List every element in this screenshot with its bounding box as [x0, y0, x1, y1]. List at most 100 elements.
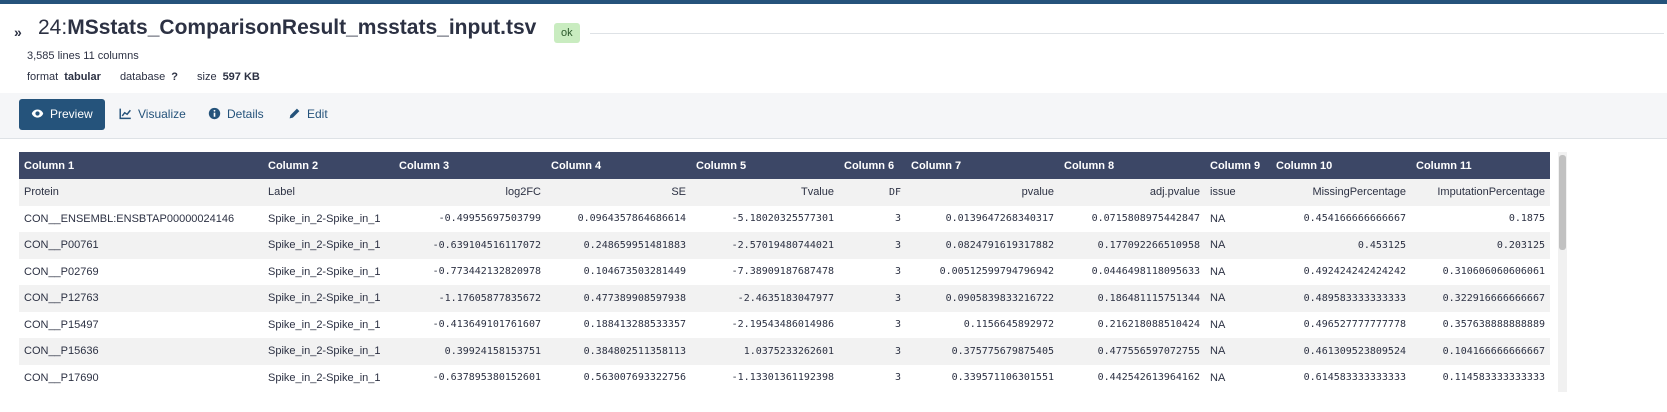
table-cell: -7.38909187687478 — [731, 266, 834, 278]
table-scrollbar-thumb[interactable] — [1559, 155, 1566, 250]
column-header[interactable]: Column 11 — [1411, 152, 1550, 179]
database-value[interactable]: ? — [171, 71, 178, 83]
dataset-meta: format tabular database? size 597 KB — [27, 71, 276, 83]
table-cell: 0.375775679875405 — [906, 338, 1059, 365]
column-header[interactable]: Column 2 — [263, 152, 394, 179]
tab-edit[interactable]: Edit — [276, 99, 340, 130]
table-cell: -0.637895380152601 — [432, 372, 541, 384]
header-divider — [590, 33, 1664, 34]
chart-line-icon — [119, 108, 131, 120]
table-row: CON__P17690 Spike_in_2-Spike_in_1 -0.63789… — [19, 365, 1550, 392]
table-cell: 1.0375233262601 — [691, 338, 839, 365]
table-cell: CON__ENSEMBL:ENSBTAP00000024146 — [24, 212, 235, 225]
table-cell: 0.339571106301551 — [951, 372, 1054, 384]
column-header[interactable]: Column 4 — [546, 152, 691, 179]
tab-preview[interactable]: Preview — [19, 99, 105, 130]
database-label: database — [119, 71, 166, 83]
table-cell: -2.4635183047977 — [691, 285, 839, 312]
table-cell: 0.248659951481883 — [546, 232, 691, 259]
table-cell: -5.18020325577301 — [731, 213, 834, 225]
table-cell: Spike_in_2-Spike_in_1 — [268, 371, 381, 384]
table-cell: 0.614583333333333 — [1303, 372, 1406, 384]
tab-details-label: Details — [227, 107, 264, 121]
table-cell: 0.00512599794796942 — [939, 266, 1054, 278]
table-cell: NA — [1210, 318, 1226, 331]
table-cell: NA — [1210, 212, 1226, 225]
tab-edit-label: Edit — [307, 107, 328, 121]
pencil-icon — [289, 108, 300, 119]
table-cell: 0.0139647268340317 — [945, 213, 1054, 225]
table-row: CON__P00761 Spike_in_2-Spike_in_1 -0.63910… — [19, 232, 1550, 259]
table-cell: 0.322916666666667 — [1411, 285, 1550, 312]
dataset-lines-info: 3,585 lines 11 columns — [27, 50, 139, 62]
table-cell: 0.563007693322756 — [583, 372, 686, 384]
table-cell: CON__P17690 — [24, 371, 99, 384]
table-cell: DF — [839, 179, 906, 206]
table-cell: 0.454166666666667 — [1303, 213, 1406, 225]
eye-icon — [31, 109, 44, 118]
table-cell: 3 — [894, 319, 901, 331]
table-header-row: Column 1 Column 2 Column 3 Column 4 Colu… — [19, 152, 1550, 179]
table-cell: 0.0715808975442847 — [1091, 213, 1200, 225]
collapse-chevron-icon[interactable]: » — [14, 24, 22, 40]
table-cell: pvalue — [906, 179, 1059, 206]
table-cell: log2FC — [394, 179, 546, 206]
dataset-tabs: Preview Visualize Details Edit — [0, 93, 1667, 139]
dataset-title[interactable]: 24:MSstats_ComparisonResult_msstats_inpu… — [38, 16, 536, 40]
table-cell: -2.19543486014986 — [731, 319, 834, 331]
column-header[interactable]: Column 10 — [1271, 152, 1411, 179]
size-value: 597 KB — [222, 71, 260, 83]
column-header[interactable]: Column 8 — [1059, 152, 1205, 179]
tab-details[interactable]: Details — [196, 99, 276, 130]
table-cell: 3 — [894, 213, 901, 225]
table-row: CON__P12763 Spike_in_2-Spike_in_1 -1.17605… — [19, 285, 1550, 312]
column-header[interactable]: Column 9 — [1205, 152, 1271, 179]
dataset-name: MSstats_ComparisonResult_msstats_input.t… — [67, 16, 537, 39]
table-cell: 0.0964357864686614 — [577, 213, 686, 225]
table-cell: Spike_in_2-Spike_in_1 — [263, 338, 394, 365]
table-cell: 3 — [839, 338, 906, 365]
table-cell: Label — [263, 179, 394, 206]
table-cell: SE — [546, 179, 691, 206]
column-header[interactable]: Column 3 — [394, 152, 546, 179]
table-cell: adj.pvalue — [1059, 179, 1205, 206]
top-accent-bar — [0, 0, 1667, 4]
table-cell: CON__P15636 — [19, 338, 263, 365]
table-cell: NA — [1210, 371, 1226, 384]
table-cell: Spike_in_2-Spike_in_1 — [268, 212, 381, 225]
table-cell: 0.104166666666667 — [1411, 338, 1550, 365]
column-header[interactable]: Column 6 — [839, 152, 906, 179]
table-cell: 0.177092266510958 — [1059, 232, 1205, 259]
table-cell: Spike_in_2-Spike_in_1 — [268, 318, 381, 331]
table-cell: 0.0824791619317882 — [906, 232, 1059, 259]
table-cell: ImputationPercentage — [1411, 179, 1550, 206]
table-cell: 0.453125 — [1271, 232, 1411, 259]
table-cell: 0.104673503281449 — [583, 266, 686, 278]
column-header[interactable]: Column 7 — [906, 152, 1059, 179]
table-cell: CON__P12763 — [19, 285, 263, 312]
column-header[interactable]: Column 5 — [691, 152, 839, 179]
table-cell: 0.477389908597938 — [546, 285, 691, 312]
table-cell: 0.310606060606061 — [1442, 266, 1545, 278]
table-cell: CON__P15497 — [24, 318, 99, 331]
table-cell: 0.384802511358113 — [546, 338, 691, 365]
table-cell: -0.639104516117072 — [394, 232, 546, 259]
table-row: CON__ENSEMBL:ENSBTAP00000024146 Spike_in_… — [19, 206, 1550, 233]
table-cell: 0.0905839833216722 — [906, 285, 1059, 312]
table-cell: 0.114583333333333 — [1442, 372, 1545, 384]
table-cell: -0.413649101761607 — [432, 319, 541, 331]
table-cell: Protein — [19, 179, 263, 206]
table-row: CON__P02769 Spike_in_2-Spike_in_1 -0.77344… — [19, 259, 1550, 286]
table-cell: -1.17605877835672 — [394, 285, 546, 312]
dataset-hid: 24: — [38, 16, 68, 39]
table-cell: 0.0446498118095633 — [1091, 266, 1200, 278]
table-cell: Tvalue — [691, 179, 839, 206]
tab-visualize-label: Visualize — [138, 107, 186, 121]
table-cell: 0.39924158153751 — [394, 338, 546, 365]
table-cell: NA — [1205, 285, 1271, 312]
column-header[interactable]: Column 1 — [19, 152, 263, 179]
table-cell: 3 — [894, 266, 901, 278]
table-cell: CON__P02769 — [24, 265, 99, 278]
tab-visualize[interactable]: Visualize — [107, 99, 198, 130]
table-row: CON__P15497 Spike_in_2-Spike_in_1 -0.41364… — [19, 312, 1550, 339]
